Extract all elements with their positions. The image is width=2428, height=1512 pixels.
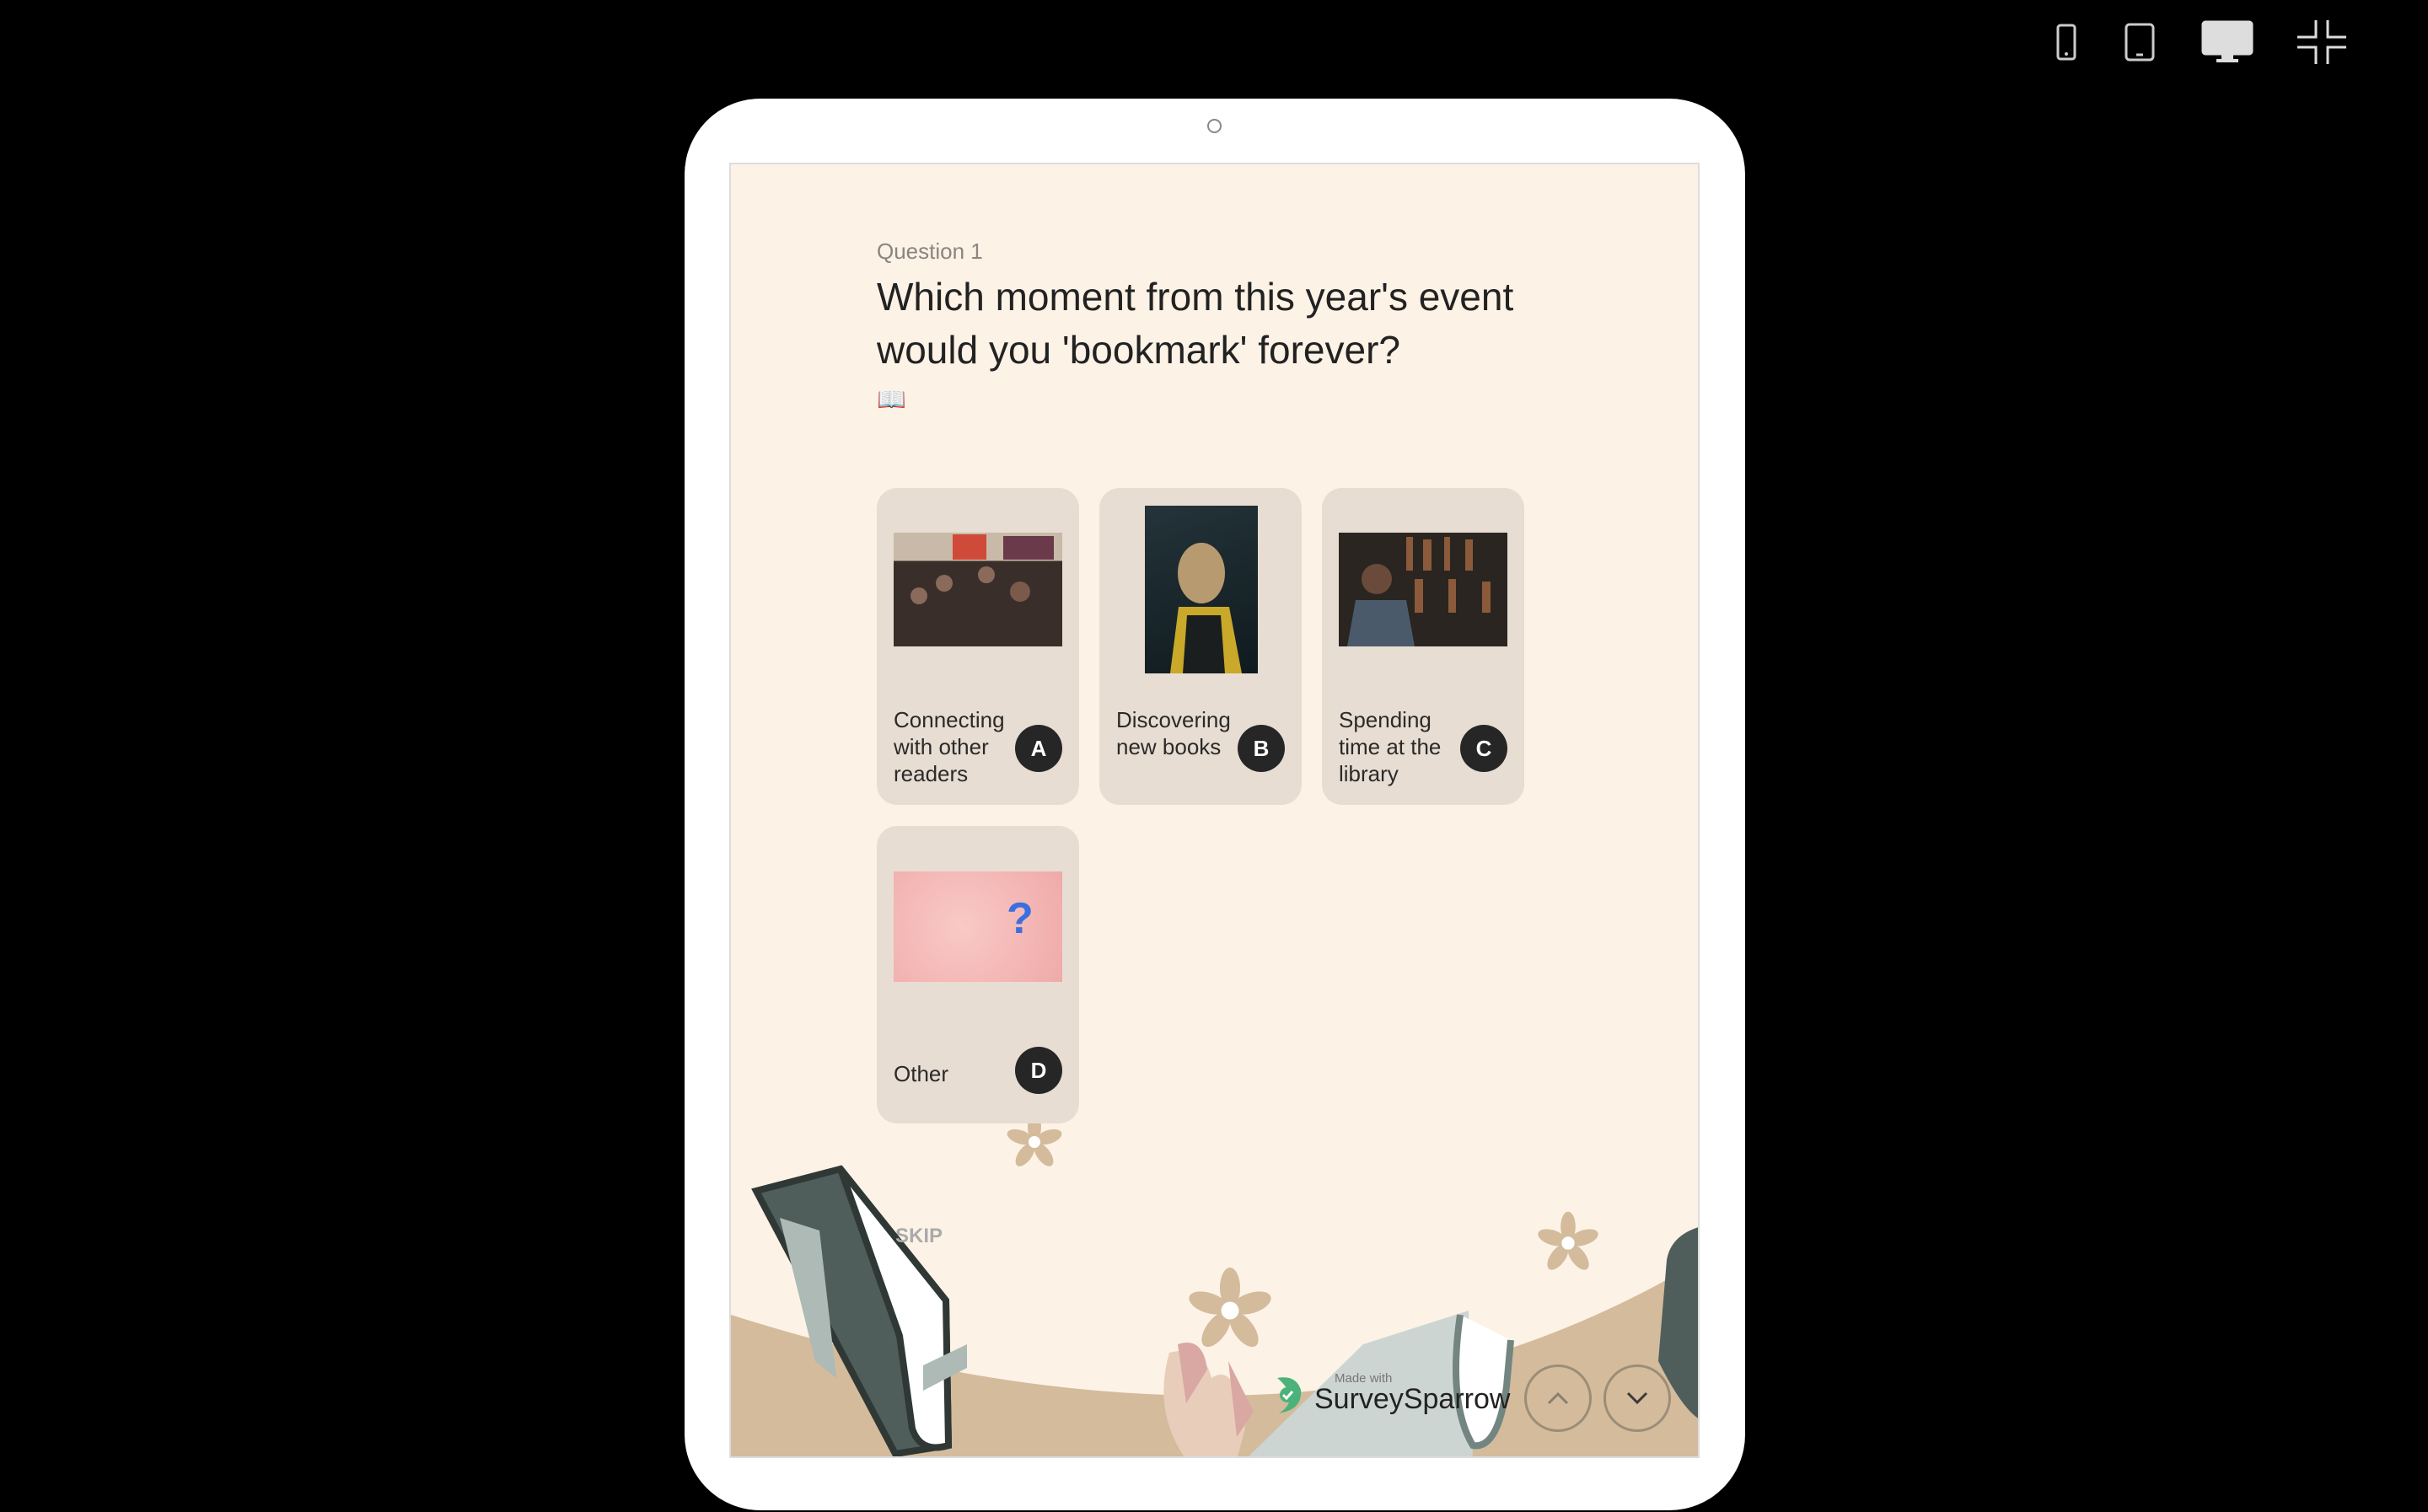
option-key-badge: C xyxy=(1460,725,1507,772)
question-mark-icon: ? xyxy=(1007,894,1034,943)
mobile-icon xyxy=(2056,24,2076,61)
surveysparrow-branding[interactable]: Made with SurveySparrow xyxy=(1270,1371,1510,1416)
camera-dot xyxy=(1207,119,1222,133)
collapse-button[interactable] xyxy=(2295,19,2349,66)
made-with-text: Made with xyxy=(1335,1371,1393,1386)
option-image-question-mark: ? xyxy=(894,871,1062,982)
option-key-badge: B xyxy=(1238,725,1285,772)
option-label: Spending time at the library xyxy=(1339,707,1442,786)
option-label: Discovering new books xyxy=(1116,707,1231,759)
next-question-button[interactable] xyxy=(1603,1365,1671,1432)
collapse-icon xyxy=(2297,20,2346,64)
option-label: Connecting with other readers xyxy=(894,707,1005,786)
chevron-down-icon xyxy=(1626,1391,1648,1405)
survey-screen: Question 1 Which moment from this year's… xyxy=(729,163,1700,1458)
skip-button[interactable]: SKIP xyxy=(895,1225,943,1248)
question-title: Which moment from this year's event woul… xyxy=(877,275,1514,372)
option-card-d[interactable]: ? Other D xyxy=(877,826,1079,1123)
option-key-badge: A xyxy=(1015,725,1062,772)
option-label: Other xyxy=(894,1061,949,1086)
option-image-library-shelves xyxy=(1339,533,1507,646)
option-key-badge: D xyxy=(1015,1047,1062,1094)
surveysparrow-logo-icon xyxy=(1277,1376,1302,1413)
chevron-up-icon xyxy=(1547,1391,1569,1405)
question-number: Question 1 xyxy=(877,239,983,264)
tablet-view-button[interactable] xyxy=(2123,19,2157,66)
tablet-icon xyxy=(2124,23,2155,62)
desktop-view-button[interactable] xyxy=(2200,19,2254,66)
desktop-icon xyxy=(2201,20,2253,62)
option-image-readers-group xyxy=(894,533,1062,646)
option-card-a[interactable]: Connecting with other readers A xyxy=(877,488,1079,805)
option-image-woman-reading xyxy=(1145,506,1258,673)
previous-question-button[interactable] xyxy=(1524,1365,1592,1432)
option-card-b[interactable]: Discovering new books B xyxy=(1099,488,1302,805)
mobile-view-button[interactable] xyxy=(2054,19,2079,66)
option-card-c[interactable]: Spending time at the library C xyxy=(1322,488,1524,805)
brand-name: SurveySparrow xyxy=(1314,1383,1511,1415)
open-book-emoji: 📖 xyxy=(877,386,906,412)
